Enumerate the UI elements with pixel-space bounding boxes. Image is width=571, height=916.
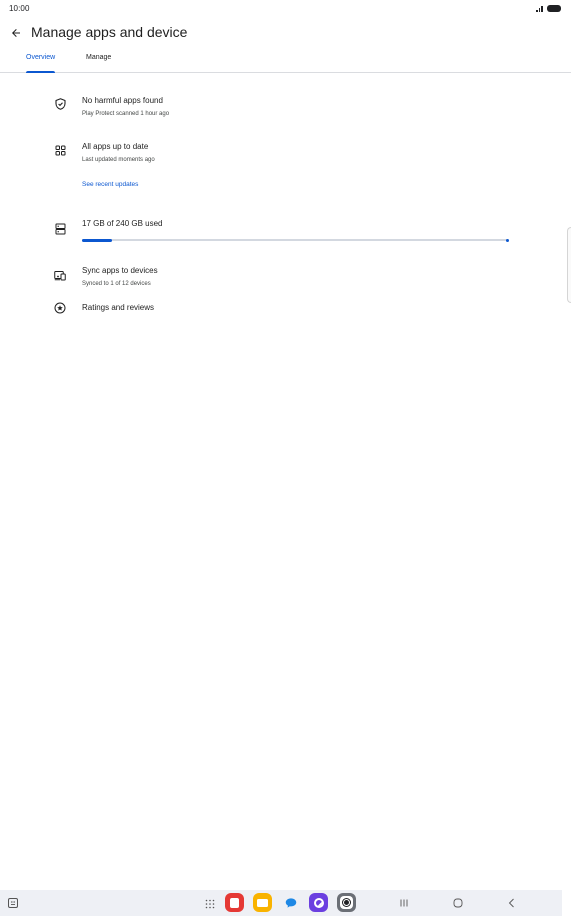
- shield-icon: [53, 97, 67, 111]
- arrow-back-icon: [12, 29, 20, 37]
- tab-manage[interactable]: Manage: [86, 54, 111, 73]
- apps-grid-icon: [53, 143, 67, 157]
- updates-subtitle: Last updated moments ago: [82, 157, 155, 163]
- star-circle-icon: [53, 301, 67, 315]
- status-bar: 10:00: [0, 0, 571, 18]
- ratings-title: Ratings and reviews: [82, 303, 155, 312]
- storage-progress-end-dot: [506, 238, 509, 242]
- recents-icon: [400, 899, 408, 907]
- storage-progress-bar: [82, 238, 509, 242]
- tab-manage-label: Manage: [86, 54, 112, 61]
- keyboard-icon[interactable]: [7, 896, 19, 908]
- tab-overview-label: Overview: [26, 54, 56, 61]
- storage-icon: [53, 222, 67, 236]
- see-recent-updates-link[interactable]: See recent updates: [82, 181, 138, 188]
- tab-active-indicator: [26, 71, 56, 73]
- home-icon: [453, 898, 463, 908]
- page-title: Manage apps and device: [31, 24, 188, 40]
- battery-icon: [547, 4, 561, 12]
- red-app-icon[interactable]: [225, 893, 244, 912]
- messages-app-icon[interactable]: [281, 893, 300, 912]
- home-button[interactable]: [449, 894, 467, 912]
- status-icons: [536, 4, 561, 12]
- play-protect-title: No harmful apps found: [82, 96, 163, 105]
- app-updates-row[interactable]: All apps up to date Last updated moments…: [0, 138, 571, 170]
- tab-bar: Overview Manage: [0, 46, 571, 73]
- status-time: 10:00: [9, 4, 30, 13]
- edge-panel-handle[interactable]: [567, 227, 571, 303]
- tab-overview[interactable]: Overview: [26, 54, 56, 73]
- apps-drawer-icon[interactable]: [204, 897, 216, 909]
- camera-app-icon[interactable]: [337, 893, 356, 912]
- updates-title: All apps up to date: [82, 142, 149, 151]
- ratings-reviews-row[interactable]: Ratings and reviews: [0, 300, 571, 318]
- play-protect-row[interactable]: No harmful apps found Play Protect scann…: [0, 92, 571, 124]
- yellow-app-icon[interactable]: [253, 893, 272, 912]
- signal-icon: [536, 4, 544, 12]
- sync-subtitle: Synced to 1 of 12 devices: [82, 281, 151, 287]
- play-protect-subtitle: Play Protect scanned 1 hour ago: [82, 111, 170, 117]
- storage-progress-fill: [82, 238, 113, 242]
- storage-title: 17 GB of 240 GB used: [82, 219, 163, 228]
- back-icon: [508, 898, 514, 908]
- app-bar: Manage apps and device: [0, 20, 571, 46]
- nav-back-button[interactable]: [503, 894, 521, 912]
- sync-title: Sync apps to devices: [82, 266, 158, 275]
- back-button[interactable]: [6, 24, 26, 42]
- taskbar: [0, 890, 562, 916]
- sync-devices-row[interactable]: Sync apps to devices Synced to 1 of 12 d…: [0, 262, 571, 294]
- recents-button[interactable]: [395, 894, 413, 912]
- purple-app-icon[interactable]: [309, 893, 328, 912]
- storage-row[interactable]: 17 GB of 240 GB used: [0, 214, 571, 248]
- sync-devices-icon: [53, 268, 67, 282]
